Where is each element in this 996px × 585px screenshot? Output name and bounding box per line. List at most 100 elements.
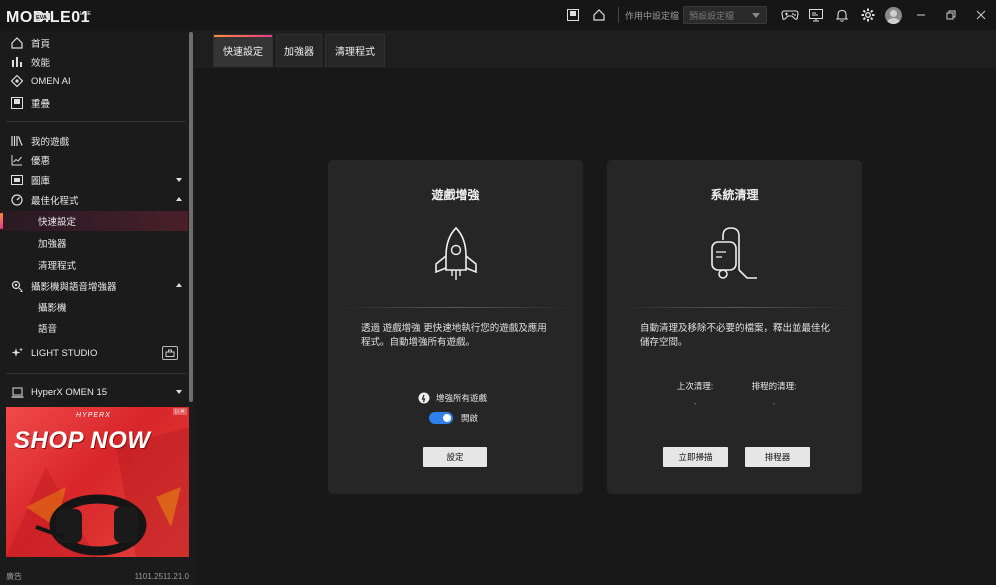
sidebar-item-deals[interactable]: 優惠 — [0, 150, 188, 170]
optimizer-gauge-icon — [10, 193, 24, 207]
sidebar-item-overlay[interactable]: 重疊 — [0, 93, 188, 113]
sidebar-subitem-label: 加強器 — [38, 239, 67, 250]
card-title: 遊戲增強 — [431, 188, 480, 202]
chevron-down-icon — [176, 390, 182, 394]
sidebar-subitem-label: 快速設定 — [38, 217, 77, 228]
home-icon — [10, 36, 24, 50]
sidebar-item-label: 優惠 — [31, 156, 51, 167]
sidebar-item-my-games[interactable]: 我的遊戲 — [0, 131, 188, 151]
sidebar-item-light-studio[interactable]: LIGHT STUDIO — [0, 343, 188, 363]
card-divider — [619, 307, 850, 308]
bar-chart-icon — [10, 55, 24, 69]
sidebar-item-optimizer[interactable]: 最佳化程式 — [0, 190, 188, 210]
sidebar: 首頁 效能 OMEN AI 重疊 我的遊戲 優惠 圖庫 最佳化程式 快速設定 加… — [0, 30, 195, 585]
chevron-up-icon — [176, 283, 182, 287]
tab-cleaner[interactable]: 清理程式 — [325, 34, 385, 67]
sidebar-item-gallery[interactable]: 圖庫 — [0, 170, 188, 190]
sidebar-item-label: 圖庫 — [31, 176, 51, 187]
tab-label: 清理程式 — [335, 47, 375, 58]
svg-text:LINE: LINE — [80, 11, 92, 17]
button-label: 設定 — [446, 452, 464, 462]
boost-all-games-row: 增強所有遊戲 — [418, 392, 487, 404]
card-description: 自動清理及移除不必要的檔案，釋出並最佳化儲存空間。 — [640, 323, 831, 348]
sidebar-subitem-label: 語音 — [38, 324, 58, 335]
sidebar-subitem-booster[interactable]: 加強器 — [0, 233, 188, 253]
light-studio-launch-icon[interactable] — [162, 346, 178, 360]
system-clean-card: 系統清理 自動清理及移除不必要的檔案，釋出並最佳化儲存空間。 上次清理: - 排… — [607, 160, 862, 494]
sidebar-subitem-label: 攝影機 — [38, 303, 67, 314]
profile-select[interactable]: 預設設定檔 — [683, 6, 767, 24]
user-avatar[interactable] — [885, 6, 902, 24]
sidebar-item-label: 最佳化程式 — [31, 196, 79, 207]
camera-audio-icon — [10, 279, 24, 293]
sidebar-divider — [6, 373, 186, 374]
overlay-toggle-icon[interactable] — [560, 0, 586, 30]
sidebar-subitem-label: 清理程式 — [38, 261, 77, 272]
card-title: 系統清理 — [710, 188, 759, 202]
omen-ai-icon — [10, 74, 24, 88]
scheduler-button[interactable]: 排程器 — [745, 447, 810, 467]
game-boost-card: 遊戲增強 透過 遊戲增強 更快速地執行您的遊戲及應用程式。自動增強所有遊戲。 增… — [328, 160, 583, 494]
profile-value: 預設設定檔 — [689, 10, 735, 21]
ad-headline: SHOP NOW — [14, 427, 151, 454]
sidebar-divider — [6, 121, 186, 122]
monitor-icon[interactable] — [803, 0, 829, 30]
laptop-icon — [10, 385, 24, 399]
sidebar-scrollbar[interactable] — [189, 32, 193, 402]
version-label: 1101.2511.21.0 — [134, 571, 189, 581]
sidebar-subitem-quick-settings[interactable]: 快速設定 — [0, 211, 188, 231]
boost-all-games-switch[interactable] — [429, 412, 453, 424]
info-icon — [418, 392, 430, 404]
sidebar-item-home[interactable]: 首頁 — [0, 33, 188, 53]
last-clean-value: - — [693, 398, 697, 408]
sidebar-subitem-audio[interactable]: 語音 — [0, 318, 188, 338]
controller-icon[interactable] — [777, 0, 803, 30]
minimize-icon[interactable] — [906, 0, 936, 30]
scan-now-button[interactable]: 立即掃描 — [663, 447, 728, 467]
chevron-down-icon — [176, 178, 182, 182]
settings-button[interactable]: 設定 — [423, 447, 487, 467]
sidebar-subitem-cleaner[interactable]: 清理程式 — [0, 255, 188, 275]
scheduled-clean-label: 排程的清理: — [751, 381, 797, 391]
ad-brand: HYPERX — [76, 412, 111, 419]
sidebar-subitem-camera[interactable]: 攝影機 — [0, 297, 188, 317]
ad-banner[interactable]: HYPERX ▷✕ SHOP NOW — [6, 407, 189, 557]
sidebar-item-omen-ai[interactable]: OMEN AI — [0, 71, 188, 91]
separator — [617, 7, 619, 23]
restore-icon[interactable] — [936, 0, 966, 30]
tab-quick-settings[interactable]: 快速設定 — [213, 34, 273, 67]
sidebar-item-label: LIGHT STUDIO — [31, 347, 98, 359]
rocket-icon — [430, 224, 482, 287]
profile-label: 作用中設定檔 — [624, 10, 679, 21]
sidebar-item-label: 效能 — [31, 58, 51, 69]
button-label: 排程器 — [764, 452, 791, 462]
tab-label: 快速設定 — [223, 47, 263, 58]
tab-label: 加強器 — [284, 47, 314, 58]
scheduled-clean-value: - — [772, 398, 776, 408]
vacuum-cleaner-icon — [709, 222, 761, 287]
close-icon[interactable] — [966, 0, 996, 30]
gallery-icon — [10, 173, 24, 187]
tab-booster[interactable]: 加強器 — [276, 34, 322, 67]
sidebar-item-device[interactable]: HyperX OMEN 15 — [0, 382, 188, 402]
sidebar-footer: 廣告 1101.2511.21.0 — [0, 567, 195, 585]
sidebar-item-performance[interactable]: 效能 — [0, 52, 188, 72]
trend-icon — [10, 153, 24, 167]
ad-choices-badge[interactable]: ▷✕ — [173, 408, 187, 415]
sidebar-item-label: 攝影機與語音增強器 — [31, 282, 117, 293]
sidebar-item-label: 重疊 — [31, 99, 51, 110]
active-indicator — [0, 213, 3, 229]
title-bar: MOBILE01 EVA LINE 作用中設定檔 預設設定檔 — [0, 0, 996, 30]
toggle-label: 增強所有遊戲 — [436, 393, 488, 403]
settings-gear-icon[interactable] — [855, 0, 881, 30]
switch-state-label: 開啟 — [461, 413, 479, 423]
notification-bell-icon[interactable] — [829, 0, 855, 30]
last-clean-label: 上次清理: — [676, 381, 714, 391]
button-label: 立即掃描 — [678, 452, 713, 462]
home-icon[interactable] — [586, 0, 612, 30]
sidebar-item-camera-audio[interactable]: 攝影機與語音增強器 — [0, 276, 188, 296]
sidebar-item-label: HyperX OMEN 15 — [31, 386, 108, 398]
card-divider — [340, 307, 571, 308]
games-library-icon — [10, 134, 24, 148]
chevron-up-icon — [176, 197, 182, 201]
